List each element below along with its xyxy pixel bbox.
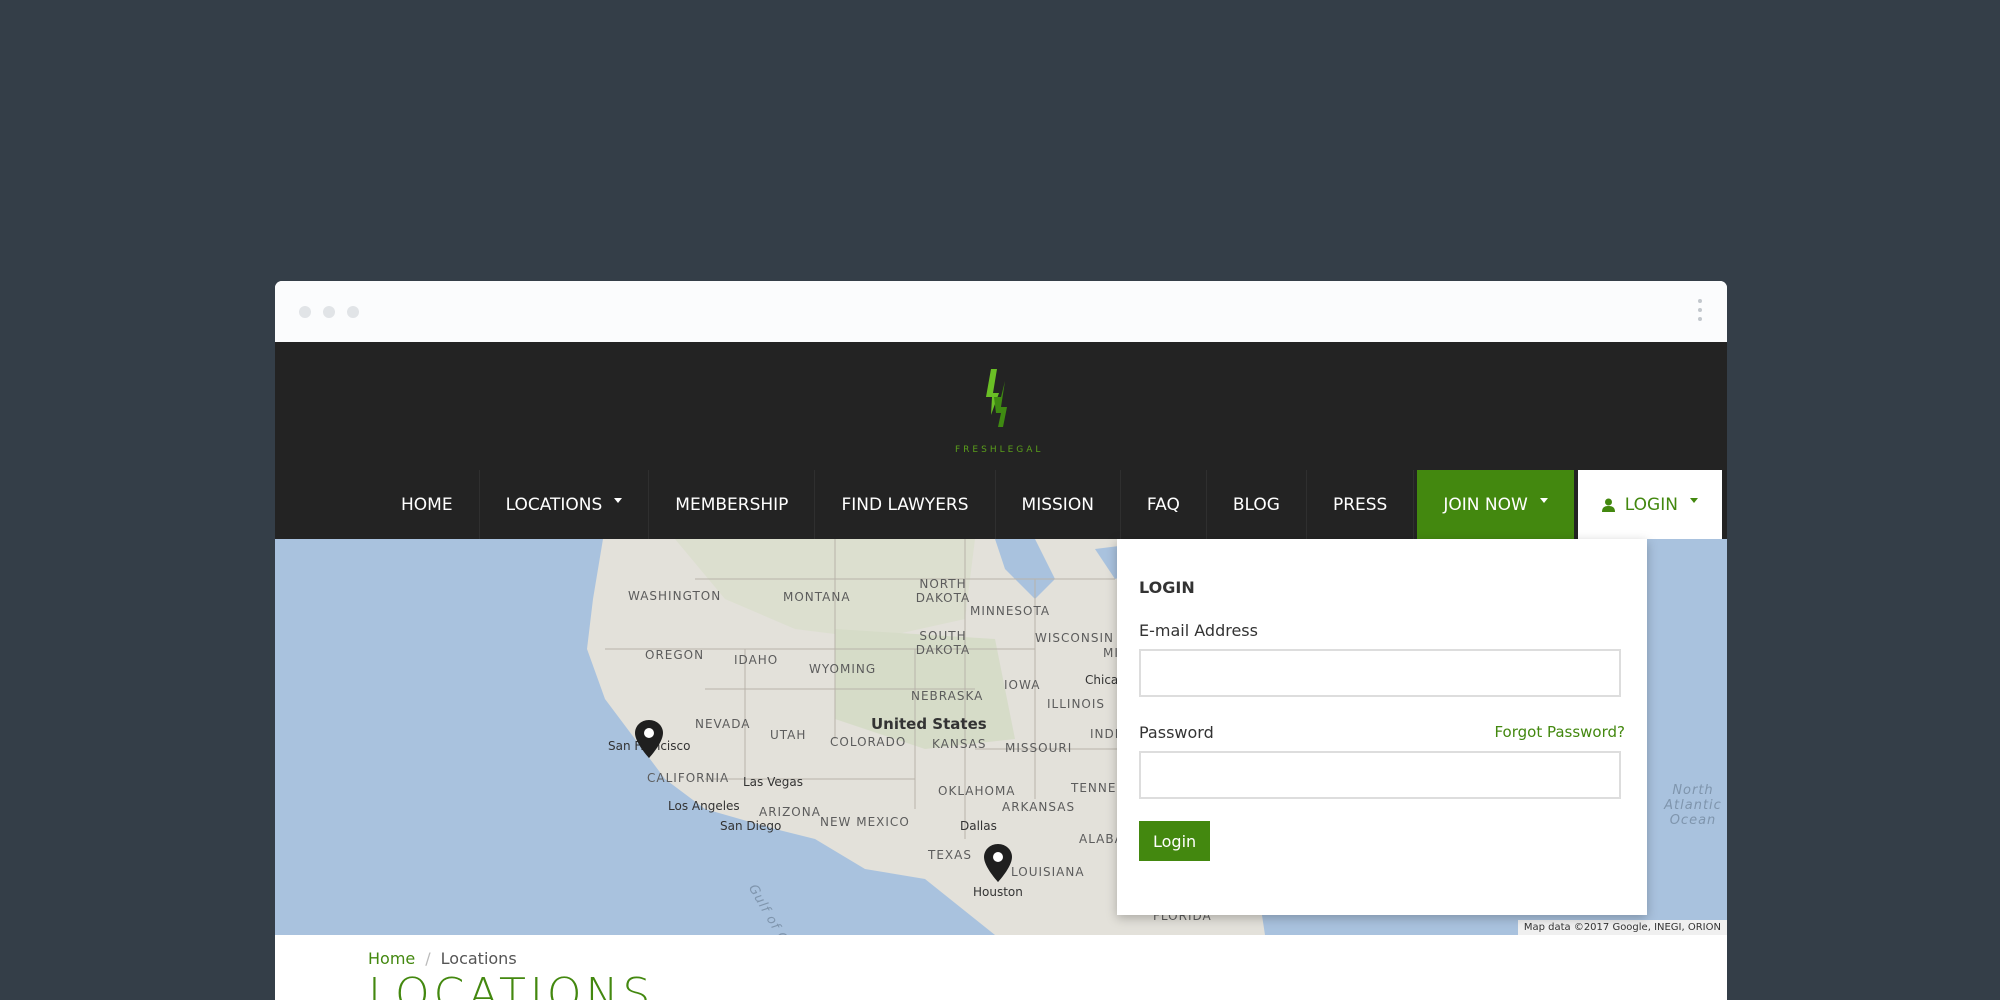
window-maximize-dot[interactable] [347, 306, 359, 318]
nav-press-label: PRESS [1332, 494, 1388, 515]
nav-locations-label: LOCATIONS [505, 494, 603, 515]
nav-blog-label: BLOG [1232, 494, 1280, 515]
map-state-label: KANSAS [932, 737, 987, 751]
password-label: Password [1139, 723, 1214, 742]
page-title: LOCATIONS [368, 969, 655, 1000]
user-icon [1601, 498, 1615, 512]
map-state-label: ARKANSAS [1002, 800, 1076, 814]
map-state-label: NEVADA [695, 717, 751, 731]
map-state-label: WASHINGTON [628, 589, 722, 603]
nav-find-lawyers-label: FIND LAWYERS [841, 494, 969, 515]
map-credit: Map data ©2017 Google, INEGI, ORION [1517, 920, 1727, 935]
map-state-label: MISSOURI [1005, 741, 1073, 755]
nav-mission-label: MISSION [1021, 494, 1094, 515]
map-state-label: WYOMING [809, 662, 877, 676]
map-pin-icon[interactable] [983, 843, 1013, 883]
login-menu-label: LOGIN [1624, 494, 1678, 515]
nav-faq-label: FAQ [1146, 494, 1180, 515]
nav-home[interactable]: HOME [375, 470, 480, 539]
map-ocean-label: North Atlantic Ocean [1664, 783, 1722, 828]
breadcrumb: Home / Locations [368, 949, 517, 968]
main-nav: HOME LOCATIONS MEMBERSHIP FIND LAWYERS M… [375, 470, 1722, 539]
map-state-label: IDAHO [734, 653, 779, 667]
map-state-label: NEW MEXICO [820, 815, 910, 829]
nav-mission[interactable]: MISSION [996, 470, 1121, 539]
map-state-label: LOUISIANA [1011, 865, 1085, 879]
map-state-label: CALIFORNIA [647, 771, 730, 785]
caret-down-icon [614, 498, 623, 503]
nav-locations[interactable]: LOCATIONS [480, 470, 650, 539]
logo-mark-icon [986, 369, 1007, 427]
nav-find-lawyers[interactable]: FIND LAWYERS [815, 470, 996, 539]
map-state-label: INDI [1090, 727, 1120, 741]
page-content: Home / Locations LOCATIONS [275, 935, 1727, 1000]
browser-window: FRESHLEGAL HOME LOCATIONS MEMBERSHIP FIN… [275, 281, 1727, 1000]
nav-faq[interactable]: FAQ [1121, 470, 1207, 539]
login-menu-button[interactable]: LOGIN [1577, 470, 1722, 539]
site-header: FRESHLEGAL HOME LOCATIONS MEMBERSHIP FIN… [275, 342, 1727, 539]
email-label: E-mail Address [1139, 621, 1258, 640]
map-state-label: COLORADO [830, 735, 907, 749]
map-city-label: Los Angeles [668, 799, 740, 813]
map-state-label: ARIZONA [759, 805, 821, 819]
map-state-label: OKLAHOMA [938, 784, 1016, 798]
map-state-label: NEBRASKA [911, 689, 984, 703]
map-country-label: United States [871, 715, 987, 733]
browser-chrome [275, 281, 1727, 342]
login-submit-button[interactable]: Login [1139, 821, 1211, 861]
map-city-label: Las Vegas [743, 775, 803, 789]
email-field[interactable] [1139, 649, 1621, 697]
map-state-label: IOWA [1004, 678, 1041, 692]
login-panel-title: LOGIN [1139, 578, 1195, 597]
window-minimize-dot[interactable] [323, 306, 335, 318]
caret-down-icon [1689, 498, 1698, 503]
map-pin-icon[interactable] [634, 719, 664, 759]
map-state-label: MINNESOTA [970, 604, 1051, 618]
join-now-button[interactable]: JOIN NOW [1417, 470, 1574, 539]
breadcrumb-separator: / [425, 949, 431, 968]
window-close-dot[interactable] [299, 306, 311, 318]
map-state-label: OREGON [645, 648, 705, 662]
map-city-label: Dallas [960, 819, 997, 833]
map-state-label: NORTH DAKOTA [915, 577, 971, 605]
breadcrumb-home-link[interactable]: Home [368, 949, 415, 968]
map-city-label: Houston [973, 885, 1023, 899]
join-now-label: JOIN NOW [1443, 494, 1528, 515]
nav-membership[interactable]: MEMBERSHIP [649, 470, 816, 539]
nav-membership-label: MEMBERSHIP [675, 494, 789, 515]
breadcrumb-current: Locations [440, 949, 517, 968]
password-field[interactable] [1139, 751, 1621, 799]
nav-blog[interactable]: BLOG [1207, 470, 1307, 539]
caret-down-icon [1539, 498, 1548, 503]
freshlegal-logo[interactable]: FRESHLEGAL [955, 367, 1040, 455]
map-state-label: TEXAS [928, 848, 972, 862]
nav-press[interactable]: PRESS [1307, 470, 1415, 539]
map-city-label: San Diego [720, 819, 782, 833]
map-state-label: UTAH [770, 728, 807, 742]
nav-home-label: HOME [401, 494, 453, 515]
map-state-label: MONTANA [783, 590, 851, 604]
map-state-label: SOUTH DAKOTA [915, 629, 971, 657]
brand-name: FRESHLEGAL [955, 445, 1044, 455]
map-state-label: WISCONSIN [1035, 631, 1114, 645]
more-options-icon[interactable] [1697, 299, 1703, 325]
forgot-password-link[interactable]: Forgot Password? [1494, 723, 1625, 741]
login-dropdown-panel: LOGIN E-mail Address Password Forgot Pas… [1117, 539, 1647, 915]
map-state-label: ILLINOIS [1047, 697, 1106, 711]
